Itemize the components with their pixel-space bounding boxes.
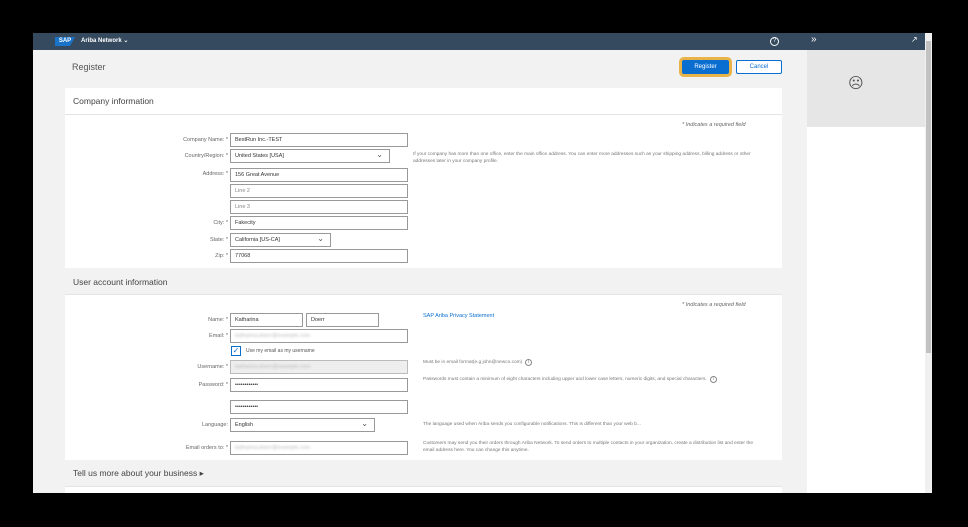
company-name-label: Company Name: * xyxy=(183,137,228,143)
side-panel-header: » ↗ xyxy=(807,33,925,50)
password-label: Password: * xyxy=(198,382,228,388)
email-orders-label: Email orders to: * xyxy=(185,445,228,451)
section-gap xyxy=(65,268,782,294)
divider xyxy=(65,294,782,295)
company-section-title: Company information xyxy=(73,96,154,106)
password-input[interactable]: •••••••••••• xyxy=(230,378,408,392)
popout-icon[interactable]: ↗ xyxy=(911,35,918,44)
privacy-statement-link[interactable]: SAP Ariba Privacy Statement xyxy=(423,313,494,319)
password-help-text: Passwords must contain a minimum of eigh… xyxy=(423,377,707,382)
divider xyxy=(65,114,782,115)
password-help: Passwords must contain a minimum of eigh… xyxy=(423,376,717,383)
username-input[interactable]: katharina.doerr@example.com xyxy=(230,360,408,374)
more-about-business-toggle[interactable]: Tell us more about your business ▸ xyxy=(73,468,204,479)
use-email-checkbox[interactable]: ✓ xyxy=(231,346,241,356)
email-orders-value: katharina.doerr@example.com xyxy=(235,445,311,451)
username-value: katharina.doerr@example.com xyxy=(235,364,311,370)
side-panel: » ↗ ☹ xyxy=(807,33,925,493)
username-label: Username: * xyxy=(197,364,228,370)
sap-logo: SAP xyxy=(55,37,75,46)
cancel-button[interactable]: Cancel xyxy=(736,60,782,74)
scrollbar[interactable] xyxy=(925,33,932,493)
email-value: katharina.doerr@example.com xyxy=(235,333,311,339)
first-name-input[interactable]: Katharina xyxy=(230,313,303,327)
language-help: The language used when Ariba sends you c… xyxy=(423,422,641,427)
app-menu[interactable]: Ariba Network ⌄ xyxy=(81,37,128,44)
help-icon[interactable]: ? xyxy=(770,37,779,46)
page-title: Register xyxy=(72,62,106,72)
email-orders-help: Customers may send you their orders thro… xyxy=(423,441,753,453)
company-name-input[interactable]: BestRun Inc.-TEST xyxy=(230,133,408,147)
language-label: Language: xyxy=(202,422,228,428)
side-panel-content: ☹ xyxy=(807,50,925,127)
main-area: Register Register Cancel Company informa… xyxy=(33,50,807,493)
state-label: State: * xyxy=(209,237,228,243)
address-line1-input[interactable]: 156 Great Avenue xyxy=(230,168,408,182)
username-help: Must be in email format(e.g john@newco.c… xyxy=(423,359,533,366)
address-line2-input[interactable]: Line 2 xyxy=(230,184,408,198)
expand-icon[interactable]: » xyxy=(811,34,817,45)
zip-label: Zip: * xyxy=(215,253,228,259)
address-label: Address: * xyxy=(202,171,228,177)
info-icon[interactable]: i xyxy=(525,359,533,366)
zip-input[interactable]: 77068 xyxy=(230,249,408,263)
language-select[interactable]: English xyxy=(230,418,375,432)
info-icon[interactable]: i xyxy=(709,376,717,383)
name-label: Name: * xyxy=(208,317,228,323)
confirm-password-input[interactable]: •••••••••••• xyxy=(230,400,408,414)
registration-form: Company information * Indicates a requir… xyxy=(65,88,782,493)
country-help: If your company has more than one office… xyxy=(413,152,751,164)
use-email-label: Use my email as my username xyxy=(246,348,315,354)
required-note: * Indicates a required field xyxy=(682,302,746,308)
address-line3-input[interactable]: Line 3 xyxy=(230,200,408,214)
register-button[interactable]: Register xyxy=(682,60,729,74)
city-label: City: * xyxy=(213,220,228,226)
state-select[interactable]: California [US-CA] xyxy=(230,233,331,247)
email-input[interactable]: katharina.doerr@example.com xyxy=(230,329,408,343)
country-label: Country/Region: * xyxy=(184,153,228,159)
email-label: Email: * xyxy=(209,333,228,339)
city-input[interactable]: Fakecity xyxy=(230,216,408,230)
username-help-text: Must be in email format(e.g john@newco.c… xyxy=(423,360,523,365)
required-note-text: Indicates a required field xyxy=(685,122,746,128)
last-name-input[interactable]: Doerr xyxy=(306,313,379,327)
scrollbar-thumb[interactable] xyxy=(926,41,931,353)
top-bar: SAP Ariba Network ⌄ ? xyxy=(33,33,807,50)
user-section-title: User account information xyxy=(73,277,168,287)
required-note-text: Indicates a required field xyxy=(685,302,746,308)
document-error-icon: ☹ xyxy=(848,75,864,92)
email-orders-input[interactable]: katharina.doerr@example.com xyxy=(230,441,408,455)
required-note: * Indicates a required field xyxy=(682,122,746,128)
country-select[interactable]: United States [USA] xyxy=(230,149,390,163)
next-section xyxy=(65,486,782,493)
